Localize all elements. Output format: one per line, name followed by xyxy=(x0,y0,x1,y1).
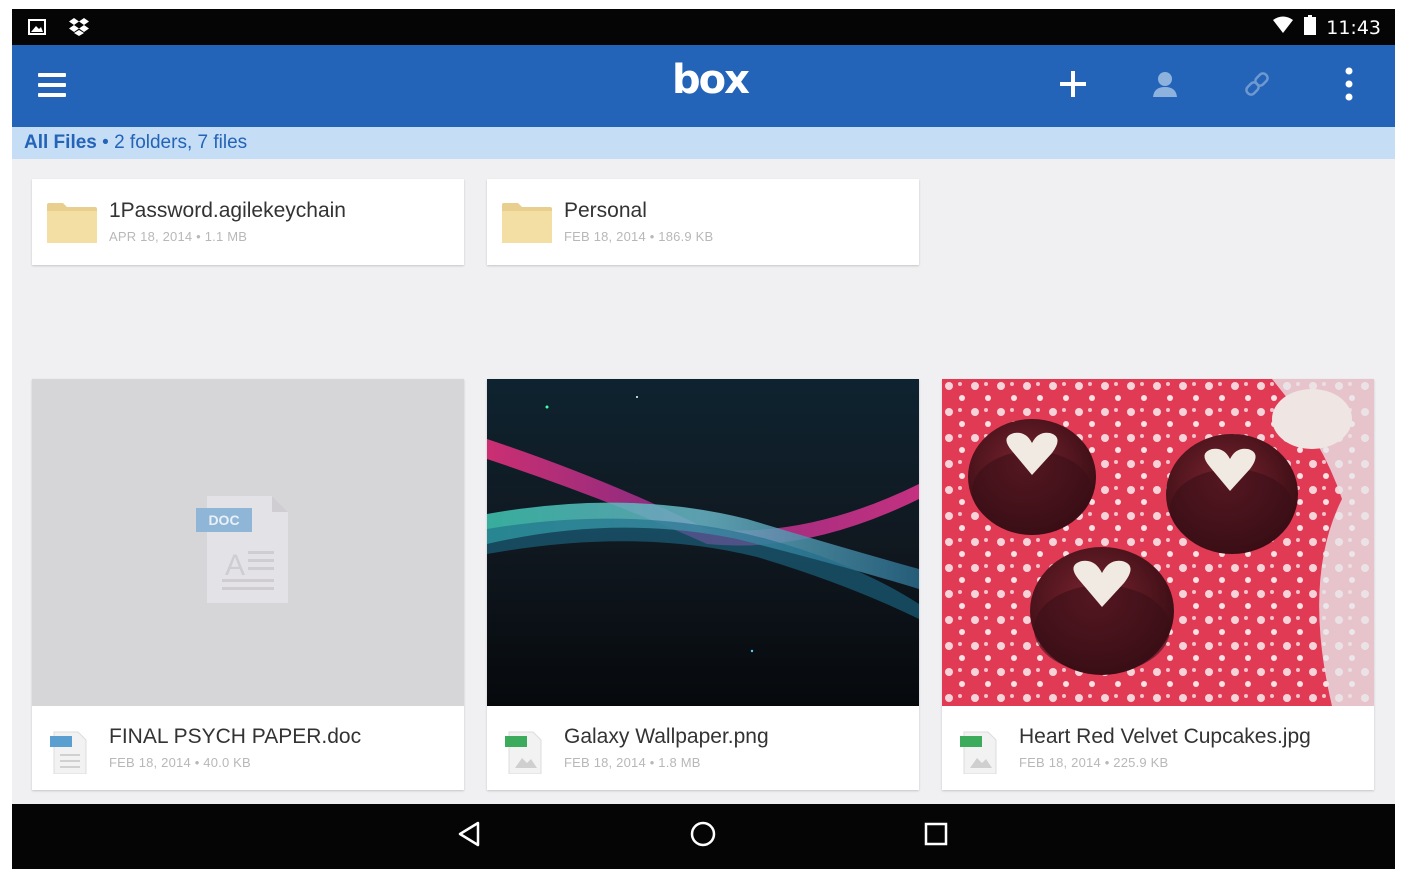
file-card-psych-paper[interactable]: DOC A FINAL PSYCH PAPER.doc FEB 18, 2014… xyxy=(32,379,464,790)
status-bar: 11:43 xyxy=(12,9,1395,45)
file-thumbnail: DOC A xyxy=(32,379,464,706)
recents-icon xyxy=(923,821,949,851)
file-info: Heart Red Velvet Cupcakes.jpg FEB 18, 20… xyxy=(942,706,1374,790)
app-bar: box xyxy=(12,45,1395,127)
file-card-cupcakes[interactable]: Heart Red Velvet Cupcakes.jpg FEB 18, 20… xyxy=(942,379,1374,790)
file-thumbnail xyxy=(487,379,919,706)
file-name: Galaxy Wallpaper.png xyxy=(564,725,769,748)
device-screen: 11:43 box All Files • 2 folders, 7 files… xyxy=(12,9,1395,869)
status-time: 11:43 xyxy=(1326,16,1381,39)
file-card-galaxy-wallpaper[interactable]: Galaxy Wallpaper.png FEB 18, 2014 • 1.8 … xyxy=(487,379,919,790)
home-icon xyxy=(689,820,717,852)
person-icon xyxy=(1150,69,1180,103)
share-link-button[interactable] xyxy=(1211,45,1303,127)
file-meta: FEB 18, 2014 • 1.8 MB xyxy=(564,755,701,770)
svg-text:DOC: DOC xyxy=(208,512,239,528)
breadcrumb: All Files • 2 folders, 7 files xyxy=(12,127,1395,159)
link-icon xyxy=(1243,70,1271,102)
png-file-icon xyxy=(503,730,545,775)
back-button[interactable] xyxy=(450,816,490,856)
collaborators-button[interactable] xyxy=(1119,45,1211,127)
doc-placeholder-icon: DOC A xyxy=(196,496,288,603)
dropbox-notification-icon xyxy=(68,17,90,41)
folder-name: Personal xyxy=(564,199,647,222)
add-icon xyxy=(1058,69,1088,103)
breadcrumb-location[interactable]: All Files xyxy=(24,132,97,153)
folder-card-personal[interactable]: Personal FEB 18, 2014 • 186.9 KB xyxy=(487,179,919,265)
file-name: FINAL PSYCH PAPER.doc xyxy=(109,725,362,748)
hamburger-menu-icon[interactable] xyxy=(38,73,68,99)
overflow-menu-icon xyxy=(1344,67,1354,105)
galaxy-wallpaper-image xyxy=(487,379,919,706)
file-info: FINAL PSYCH PAPER.doc FEB 18, 2014 • 40.… xyxy=(32,706,464,790)
cupcakes-photo xyxy=(942,379,1374,706)
file-name: Heart Red Velvet Cupcakes.jpg xyxy=(1019,725,1311,748)
home-button[interactable] xyxy=(683,816,723,856)
folder-name: 1Password.agilekeychain xyxy=(109,199,346,222)
recents-button[interactable] xyxy=(916,816,956,856)
overflow-menu-button[interactable] xyxy=(1303,45,1395,127)
svg-text:A: A xyxy=(225,549,245,582)
doc-file-icon xyxy=(48,730,90,775)
file-info: Galaxy Wallpaper.png FEB 18, 2014 • 1.8 … xyxy=(487,706,919,790)
wifi-icon xyxy=(1272,16,1294,39)
add-button[interactable] xyxy=(1027,45,1119,127)
file-meta: FEB 18, 2014 • 40.0 KB xyxy=(109,755,251,770)
file-thumbnail xyxy=(942,379,1374,706)
jpg-file-icon xyxy=(958,730,1000,775)
folder-meta: APR 18, 2014 • 1.1 MB xyxy=(109,229,248,244)
folder-icon xyxy=(47,203,97,243)
battery-icon xyxy=(1304,15,1317,40)
file-meta: FEB 18, 2014 • 225.9 KB xyxy=(1019,755,1169,770)
system-navigation-bar xyxy=(12,804,1395,869)
breadcrumb-summary: • 2 folders, 7 files xyxy=(96,132,248,153)
folder-card-1password[interactable]: 1Password.agilekeychain APR 18, 2014 • 1… xyxy=(32,179,464,265)
folder-meta: FEB 18, 2014 • 186.9 KB xyxy=(564,229,714,244)
box-logo: box xyxy=(672,57,750,103)
back-icon xyxy=(456,820,484,852)
gallery-notification-icon xyxy=(28,19,46,39)
folder-icon xyxy=(502,203,552,243)
